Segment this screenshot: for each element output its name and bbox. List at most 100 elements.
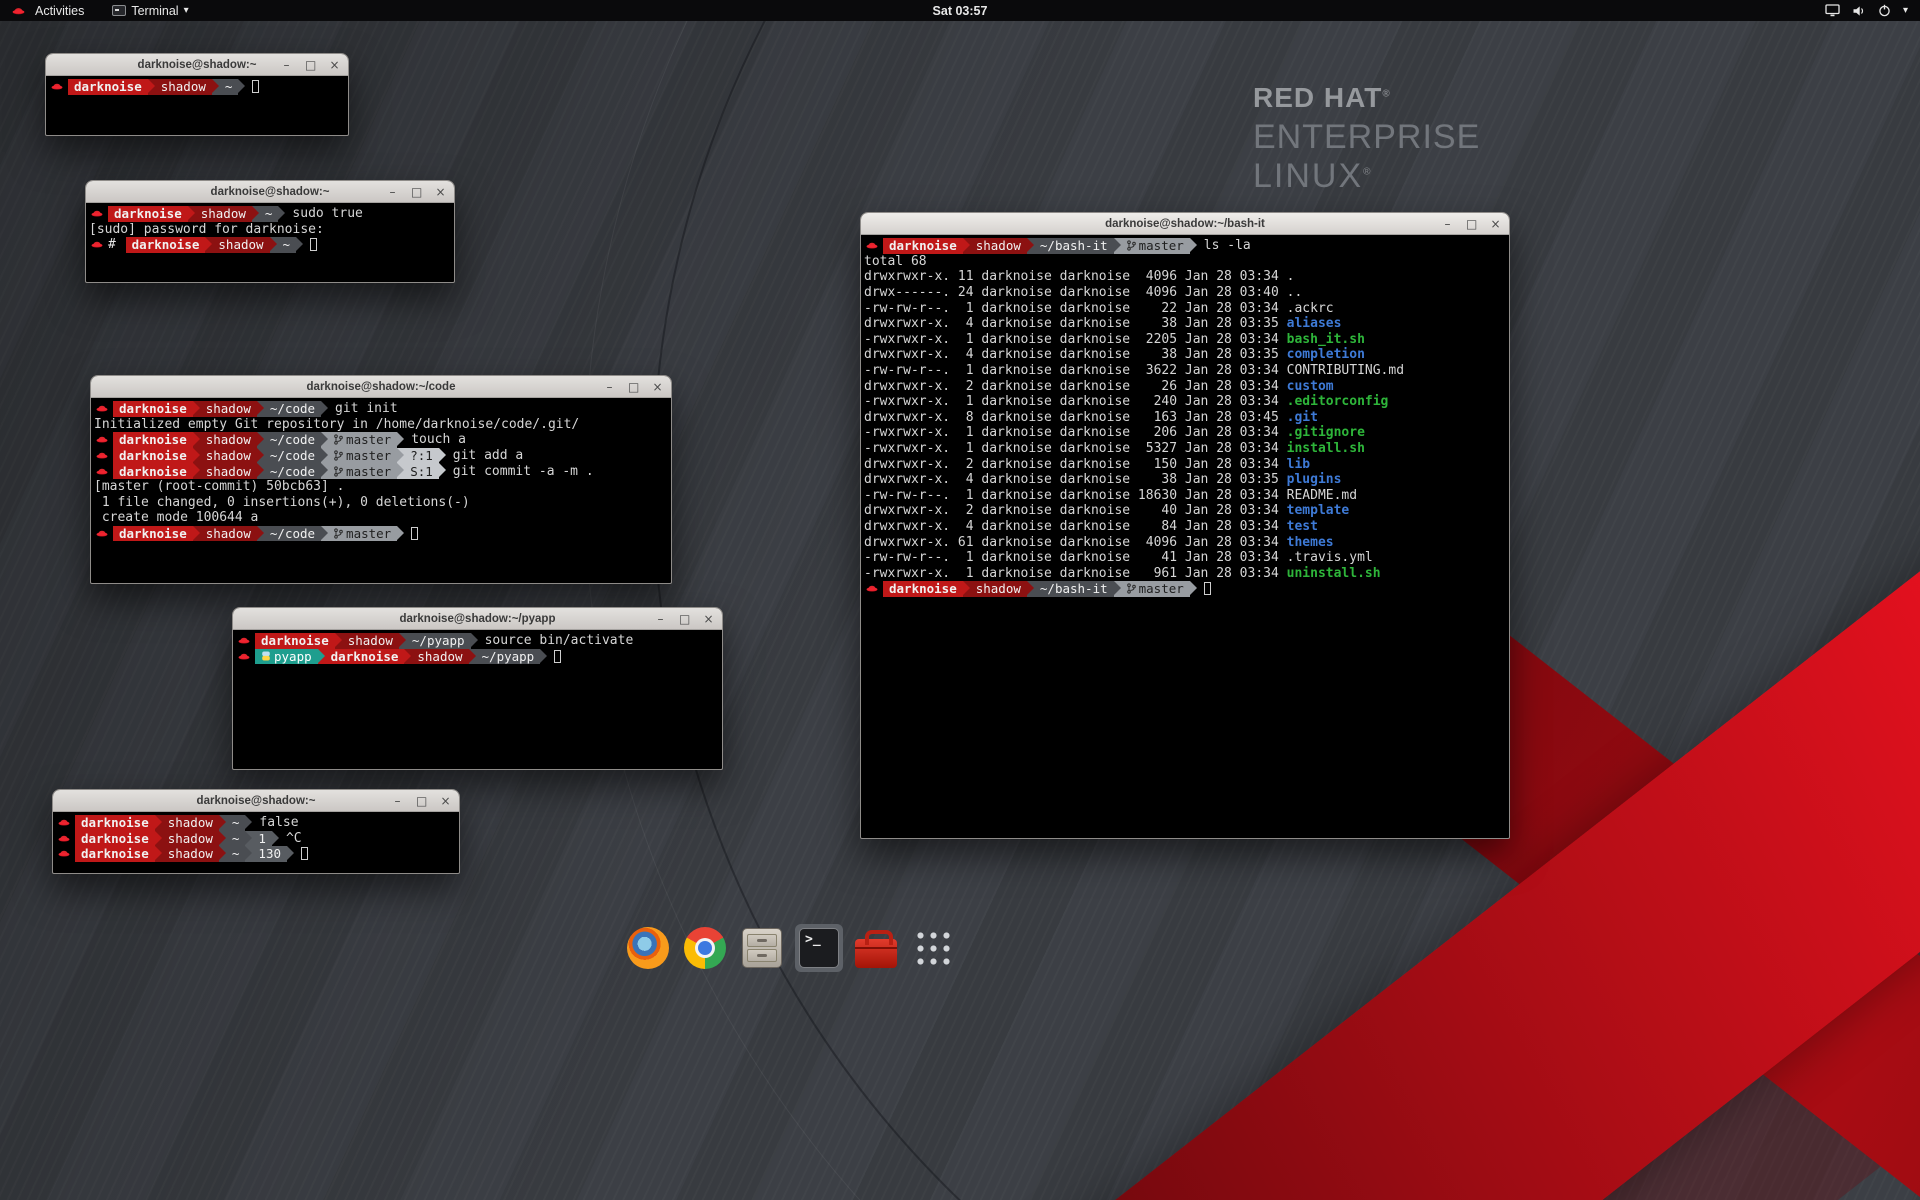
prompt-path-segment: ~/code	[264, 463, 321, 479]
terminal-content[interactable]: darknoiseshadow~	[47, 77, 347, 134]
dock-chrome[interactable]	[681, 924, 729, 972]
app-menu-terminal[interactable]: Terminal ▾	[105, 0, 195, 21]
window-titlebar[interactable]: darknoise@shadow:~/bash-it – □ ×	[861, 213, 1509, 235]
terminal-line: -rwxrwxr-x. 1 darknoise darknoise 240 Ja…	[864, 394, 1506, 410]
maximize-button[interactable]: □	[679, 613, 690, 625]
close-button[interactable]: ×	[435, 186, 446, 198]
powerline-separator	[1114, 238, 1121, 254]
prompt-path-segment: ~/code	[264, 526, 321, 542]
redhat-prompt-icon	[96, 529, 108, 538]
minimize-button[interactable]: –	[392, 795, 403, 807]
terminal-content[interactable]: darknoiseshadow~/pyappsource bin/activat…	[234, 631, 721, 768]
terminal-window-sudo: darknoise@shadow:~ – □ × darknoiseshadow…	[85, 180, 455, 283]
maximize-button[interactable]: □	[628, 381, 639, 393]
close-button[interactable]: ×	[329, 59, 340, 71]
dock-terminal[interactable]: >_	[795, 924, 843, 972]
command-text: git add a	[453, 448, 523, 463]
terminal-line: -rwxrwxr-x. 1 darknoise darknoise 5327 J…	[864, 441, 1506, 457]
prompt-user-segment: darknoise	[113, 401, 193, 417]
powerline-separator	[321, 448, 328, 464]
close-button[interactable]: ×	[652, 381, 663, 393]
file-attributes: drwxrwxr-x. 11 darknoise darknoise 4096 …	[864, 269, 1287, 284]
file-name: completion	[1287, 347, 1365, 362]
close-button[interactable]: ×	[440, 795, 451, 807]
terminal-cursor	[252, 80, 259, 93]
minimize-button[interactable]: –	[655, 613, 666, 625]
terminal-line: Initialized empty Git repository in /hom…	[94, 417, 668, 433]
terminal-line: -rw-rw-r--. 1 darknoise darknoise 41 Jan…	[864, 550, 1506, 566]
command-text: false	[259, 815, 298, 830]
window-titlebar[interactable]: darknoise@shadow:~ – □ ×	[86, 181, 454, 203]
redhat-prompt-icon	[91, 209, 103, 218]
terminal-line: # darknoiseshadow~	[89, 237, 451, 253]
window-titlebar[interactable]: darknoise@shadow:~/code – □ ×	[91, 376, 671, 398]
activities-button[interactable]: Activities	[3, 0, 91, 21]
file-manager-icon	[742, 928, 782, 968]
prompt-host-segment: shadow	[411, 649, 468, 665]
maximize-button[interactable]: □	[1466, 218, 1477, 230]
terminal-line: total 68	[864, 254, 1506, 270]
dock-firefox[interactable]	[624, 924, 672, 972]
prompt-git-segment: master	[1121, 238, 1190, 254]
prompt-git-segment: master	[1121, 581, 1190, 597]
terminal-line: create mode 100644 a	[94, 510, 668, 526]
close-button[interactable]: ×	[1490, 218, 1501, 230]
terminal-line: darknoiseshadow~/bash-itmaster	[864, 581, 1506, 597]
window-titlebar[interactable]: darknoise@shadow:~ – □ ×	[46, 54, 348, 76]
terminal-line: -rwxrwxr-x. 1 darknoise darknoise 2205 J…	[864, 332, 1506, 348]
dock: >_	[624, 924, 957, 972]
terminal-line: drwxrwxr-x. 11 darknoise darknoise 4096 …	[864, 269, 1506, 285]
powerline-separator	[399, 633, 406, 649]
prompt-exit-segment: 130	[252, 846, 287, 862]
minimize-button[interactable]: –	[604, 381, 615, 393]
prompt-host-segment: shadow	[212, 237, 269, 253]
terminal-content[interactable]: darknoiseshadow~falsedarknoiseshadow~1^C…	[54, 813, 458, 872]
terminal-cursor	[1204, 582, 1211, 595]
terminal-line: [master (root-commit) 50bcb63] .	[94, 479, 668, 495]
powerline-separator	[540, 649, 547, 665]
powerline-separator	[245, 846, 252, 862]
prompt-user-segment: darknoise	[883, 581, 963, 597]
window-titlebar[interactable]: darknoise@shadow:~/pyapp – □ ×	[233, 608, 722, 630]
file-name: CONTRIBUTING.md	[1287, 363, 1404, 378]
system-status-area[interactable]: ▾	[1825, 0, 1920, 21]
terminal-line: darknoiseshadow~1^C	[56, 831, 456, 847]
powerline-separator	[321, 401, 328, 417]
terminal-line: drwxrwxr-x. 4 darknoise darknoise 38 Jan…	[864, 472, 1506, 488]
clock[interactable]: Sat 03:57	[933, 4, 988, 18]
file-attributes: -rwxrwxr-x. 1 darknoise darknoise 206 Ja…	[864, 425, 1287, 440]
powerline-separator	[321, 432, 328, 448]
maximize-button[interactable]: □	[416, 795, 427, 807]
redhat-prompt-icon	[866, 241, 878, 250]
prompt-path-segment: ~/bash-it	[1034, 238, 1114, 254]
file-name: .gitignore	[1287, 425, 1365, 440]
activities-label: Activities	[35, 4, 84, 18]
powerline-separator	[397, 463, 404, 479]
minimize-button[interactable]: –	[281, 59, 292, 71]
window-title: darknoise@shadow:~	[211, 186, 330, 198]
maximize-button[interactable]: □	[305, 59, 316, 71]
terminal-cursor	[411, 527, 418, 540]
terminal-content[interactable]: darknoiseshadow~/codegit initInitialized…	[92, 399, 670, 582]
terminal-line: drwx------. 24 darknoise darknoise 4096 …	[864, 285, 1506, 301]
powerline-separator	[321, 463, 328, 479]
maximize-button[interactable]: □	[411, 186, 422, 198]
redhat-prompt-icon	[58, 818, 70, 827]
chevron-down-icon: ▾	[184, 5, 189, 16]
minimize-button[interactable]: –	[1442, 218, 1453, 230]
terminal-line: [sudo] password for darknoise:	[89, 222, 451, 238]
prompt-exit-segment: 1	[252, 831, 272, 847]
prompt-stat-segment: ?:1	[404, 448, 439, 464]
dock-toolbox[interactable]	[852, 924, 900, 972]
terminal-content[interactable]: darknoiseshadow~/bash-itmasterls -latota…	[862, 236, 1508, 837]
window-titlebar[interactable]: darknoise@shadow:~ – □ ×	[53, 790, 459, 812]
dock-app-grid[interactable]	[909, 924, 957, 972]
powerline-separator	[148, 79, 155, 95]
powerline-separator	[318, 649, 325, 665]
close-button[interactable]: ×	[703, 613, 714, 625]
terminal-cursor	[310, 238, 317, 251]
dock-files[interactable]	[738, 924, 786, 972]
terminal-content[interactable]: darknoiseshadow~sudo true[sudo] password…	[87, 204, 453, 281]
prompt-host-segment: shadow	[162, 815, 219, 831]
minimize-button[interactable]: –	[387, 186, 398, 198]
